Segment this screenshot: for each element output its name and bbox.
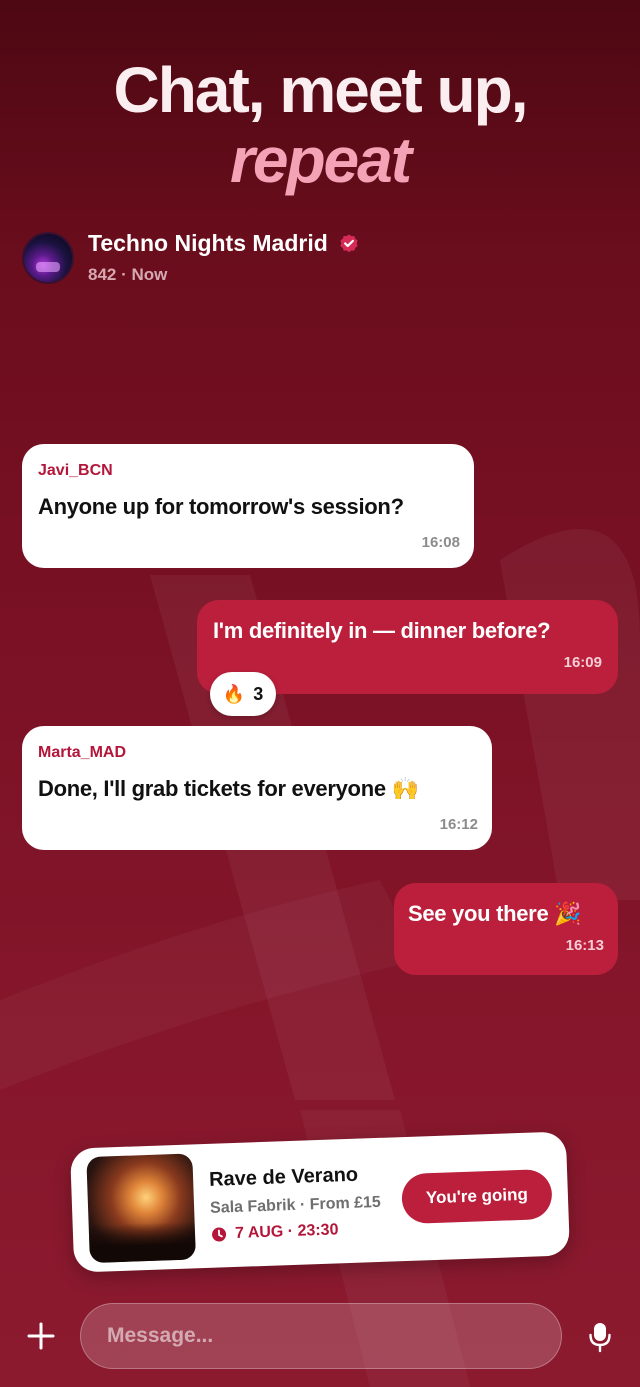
message-text: I'm definitely in — dinner before? [213,618,551,643]
event-venue-price: Sala Fabrik · From £15 [209,1193,382,1217]
reaction-fire-icon: 🔥 [222,683,246,704]
group-name-row: Techno Nights Madrid [88,230,360,257]
message-composer [0,1303,640,1369]
verified-check-icon [340,233,358,252]
message-text: Anyone up for tomorrow's session? [38,494,404,519]
hero-line-2: repeat [229,124,412,196]
group-name: Techno Nights Madrid [88,230,328,256]
group-avatar[interactable] [22,231,74,284]
message-time: 16:09 [563,654,602,671]
group-meta: Techno Nights Madrid 842 · Now [88,230,360,285]
hero-line-1: Chat, meet up, [113,54,529,126]
message-text: Done, I'll grab tickets for everyone 🙌 [38,776,419,801]
event-thumbnail-image [86,1153,196,1264]
message-bubble-incoming[interactable]: Marta_MAD Done, I'll grab tickets for ev… [22,726,492,850]
group-header[interactable]: Techno Nights Madrid 842 · Now [22,230,360,285]
message-time: 16:13 [565,937,604,954]
reaction-badge[interactable]: 🔥 3 [210,672,276,716]
message-text: See you there 🎉 [408,901,582,926]
youre-going-button[interactable]: You're going [401,1168,553,1225]
hero-headline: Chat, meet up, repeat [0,58,640,192]
group-member-count: 842 · Now [88,265,168,284]
event-title: Rave de Verano [208,1163,359,1191]
message-bubble-outgoing[interactable]: See you there 🎉 16:13 [394,883,618,975]
message-sender[interactable]: Marta_MAD [38,744,478,762]
event-info: Rave de Verano Sala Fabrik · From £15 7 … [209,1162,404,1244]
event-date: 7 AUG · 23:30 [234,1220,339,1242]
message-input[interactable] [80,1303,562,1369]
clock-icon [212,1227,227,1242]
event-date-row: 7 AUG · 23:30 [211,1219,404,1244]
event-card[interactable]: Rave de Verano Sala Fabrik · From £15 7 … [69,1131,571,1273]
add-attachment-plus-icon[interactable] [26,1321,56,1351]
message-time: 16:12 [439,816,478,833]
message-time: 16:08 [421,534,460,551]
microphone-icon[interactable] [588,1321,612,1353]
message-bubble-incoming[interactable]: Javi_BCN Anyone up for tomorrow's sessio… [22,444,474,568]
reaction-count: 3 [253,683,264,704]
message-sender[interactable]: Javi_BCN [38,462,460,480]
